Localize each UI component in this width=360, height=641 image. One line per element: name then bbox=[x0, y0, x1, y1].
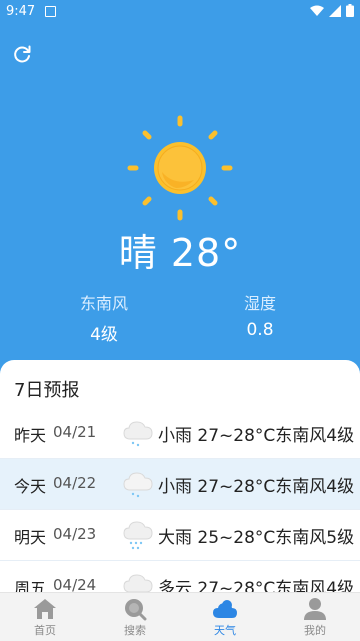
a-badge-icon bbox=[45, 6, 56, 17]
forecast-day: 今天 bbox=[14, 477, 47, 496]
status-bar: 9:47 bbox=[0, 0, 360, 24]
forecast-row-yesterday[interactable]: 昨天 04/21 小雨 27~28°C东南风4级 bbox=[0, 408, 360, 459]
forecast-title: 7日预报 bbox=[14, 380, 80, 401]
bottom-tab-bar: 首页 搜索 天气 我的 bbox=[0, 592, 360, 641]
home-icon bbox=[34, 599, 56, 619]
tab-label: 我的 bbox=[304, 624, 326, 637]
light-rain-icon bbox=[123, 421, 153, 447]
forecast-sheet: 7日预报 昨天 04/21 小雨 27~28°C东南风4级 今天 04/22 小… bbox=[0, 360, 360, 592]
sun-icon bbox=[124, 112, 236, 224]
tab-label: 天气 bbox=[214, 624, 236, 637]
forecast-date: 04/22 bbox=[53, 474, 97, 492]
battery-icon bbox=[346, 4, 354, 17]
forecast-date: 04/24 bbox=[53, 576, 97, 592]
forecast-date: 04/23 bbox=[53, 525, 97, 543]
forecast-day: 昨天 bbox=[14, 426, 47, 445]
signal-icon bbox=[329, 4, 341, 17]
forecast-day: 周五 bbox=[14, 579, 47, 592]
wind-value: 4级 bbox=[90, 325, 118, 345]
forecast-text: 小雨 27~28°C东南风4级 bbox=[158, 477, 355, 497]
current-condition: 晴 28° bbox=[118, 231, 242, 275]
humidity-label: 湿度 bbox=[243, 294, 276, 313]
forecast-date: 04/21 bbox=[53, 423, 97, 441]
tab-label: 首页 bbox=[34, 624, 56, 637]
wifi-icon bbox=[310, 5, 324, 16]
tab-label: 搜索 bbox=[124, 624, 146, 637]
tab-home[interactable]: 首页 bbox=[0, 593, 90, 641]
forecast-text: 大雨 25~28°C东南风5级 bbox=[158, 528, 355, 548]
forecast-row-friday[interactable]: 周五 04/24 多云 27~28°C东南风4级 bbox=[0, 561, 360, 592]
forecast-text: 小雨 27~28°C东南风4级 bbox=[158, 426, 355, 446]
tab-search[interactable]: 搜索 bbox=[90, 593, 180, 641]
user-icon bbox=[304, 598, 326, 620]
light-rain-icon bbox=[123, 472, 153, 498]
humidity-metric: 湿度 0.8 bbox=[210, 290, 310, 340]
forecast-text: 多云 27~28°C东南风4级 bbox=[158, 579, 355, 592]
status-time: 9:47 bbox=[6, 4, 36, 19]
forecast-row-today[interactable]: 今天 04/22 小雨 27~28°C东南风4级 bbox=[0, 459, 360, 510]
forecast-day: 明天 bbox=[14, 528, 47, 547]
heavy-rain-icon bbox=[123, 521, 153, 550]
weather-icon bbox=[213, 600, 237, 618]
humidity-value: 0.8 bbox=[246, 320, 274, 340]
search-icon bbox=[125, 599, 147, 621]
tab-profile[interactable]: 我的 bbox=[270, 593, 360, 641]
wind-label: 东南风 bbox=[79, 294, 128, 313]
forecast-row-tomorrow[interactable]: 明天 04/23 大雨 25~28°C东南风5级 bbox=[0, 510, 360, 561]
cloudy-icon bbox=[123, 574, 153, 592]
wind-metric: 东南风 4级 bbox=[54, 290, 154, 345]
refresh-icon[interactable] bbox=[10, 42, 34, 66]
tab-weather[interactable]: 天气 bbox=[180, 593, 270, 641]
